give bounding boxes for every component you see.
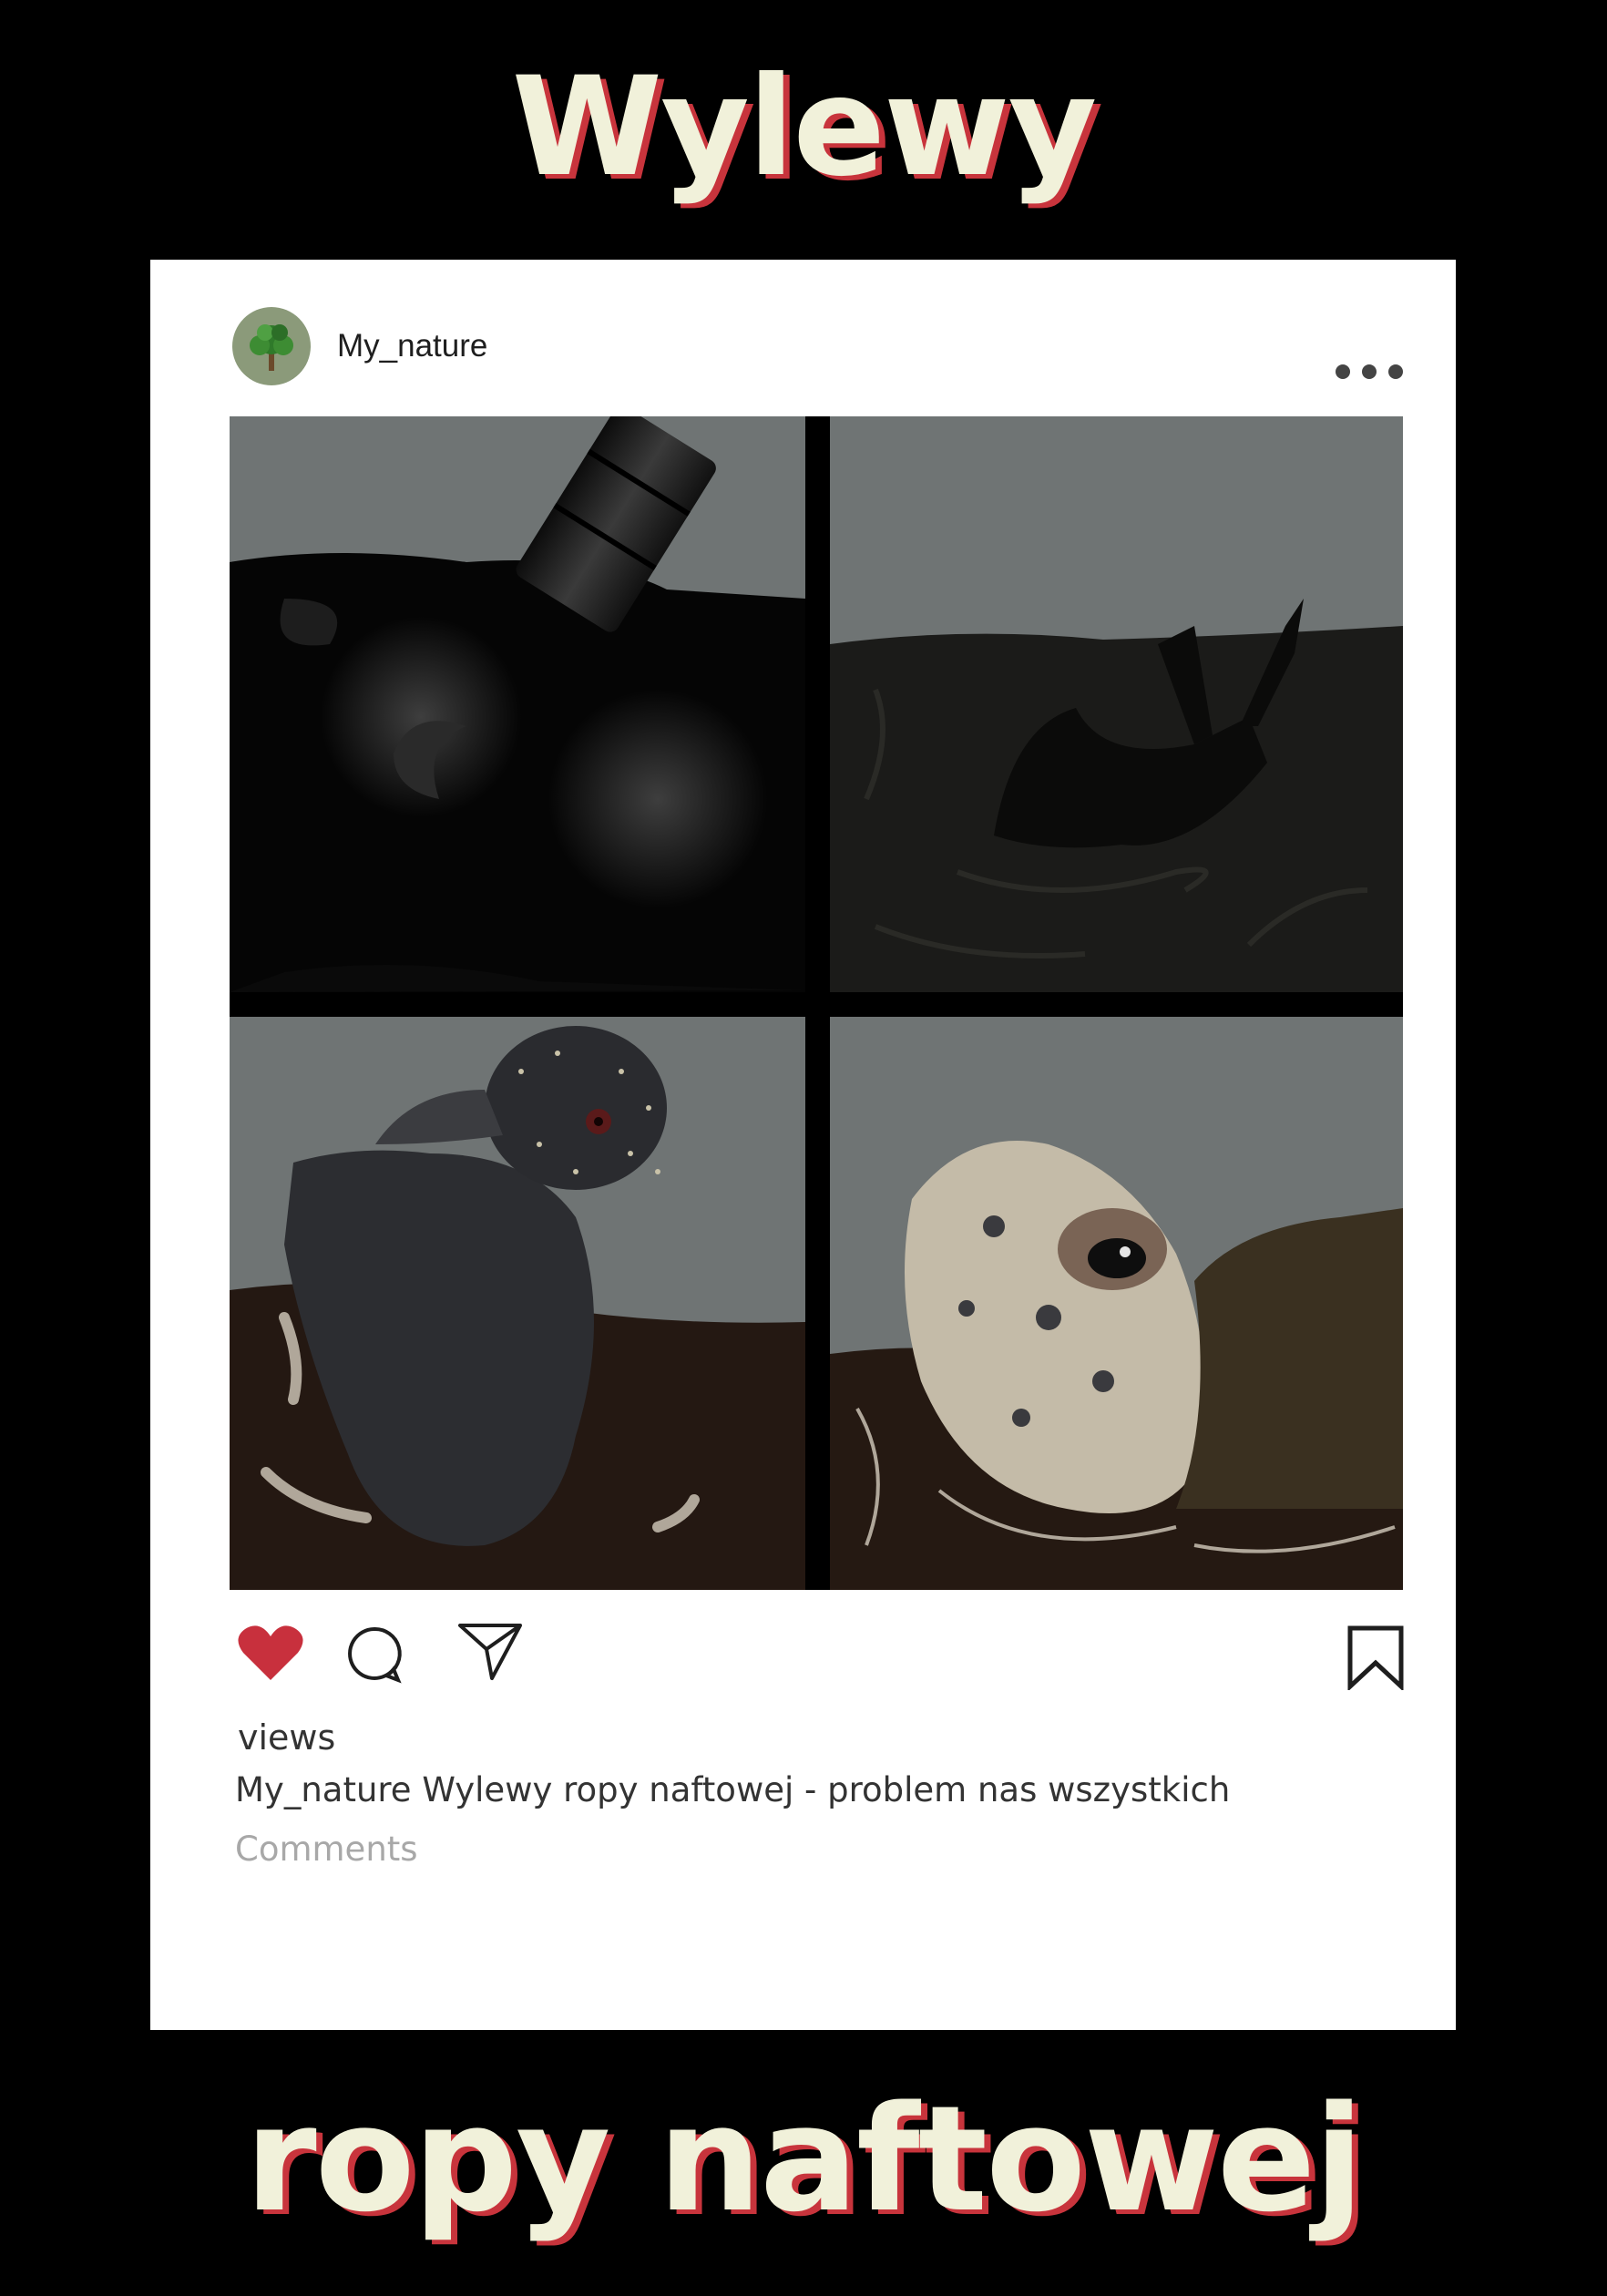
- view-comments-link[interactable]: Comments: [235, 1830, 418, 1869]
- image-panel-turtle: [830, 1017, 1403, 1590]
- post-card: My_nature views My_nature Wylewy ropy na…: [150, 260, 1456, 2030]
- tree-icon: [250, 324, 293, 371]
- paper-plane-icon: [458, 1624, 522, 1680]
- post-caption: My_nature Wylewy ropy naftowej - problem…: [235, 1770, 1231, 1809]
- views-count: views: [238, 1717, 336, 1758]
- image-panel-bird-in-oil: [830, 416, 1403, 992]
- username[interactable]: My_nature: [337, 328, 487, 364]
- poster-title-top: Wylewy: [511, 48, 1098, 207]
- save-button[interactable]: [1346, 1625, 1405, 1692]
- speech-bubble-icon: [348, 1626, 402, 1684]
- post-image-grid[interactable]: [230, 416, 1403, 1590]
- like-button[interactable]: [238, 1624, 303, 1682]
- dot: [1362, 364, 1377, 379]
- more-options-icon[interactable]: [1336, 364, 1403, 379]
- poster-title-bottom: ropy naftowej: [244, 2074, 1364, 2244]
- dot: [1388, 364, 1403, 379]
- avatar[interactable]: [232, 307, 311, 385]
- heart-icon: [238, 1625, 303, 1680]
- dot: [1336, 364, 1350, 379]
- image-panel-oil-barrel: [230, 416, 805, 992]
- bookmark-icon: [1347, 1625, 1404, 1692]
- comment-button[interactable]: [343, 1624, 404, 1684]
- share-button[interactable]: [457, 1622, 523, 1682]
- image-panel-oiled-bird: [230, 1017, 805, 1590]
